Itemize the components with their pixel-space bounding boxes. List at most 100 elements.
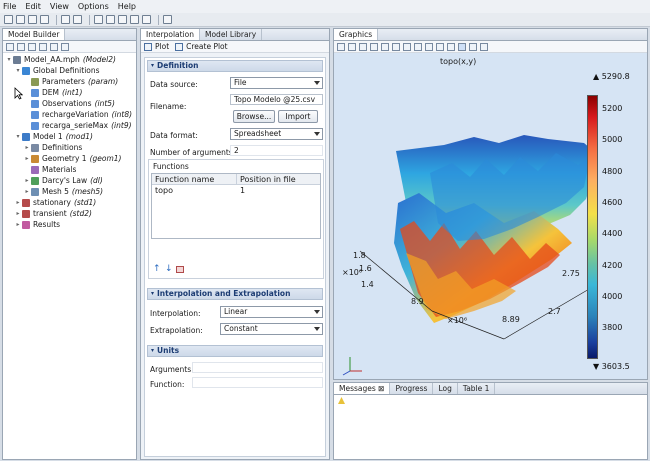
section-interpolation[interactable]: ▾ Interpolation and Extrapolation: [147, 288, 323, 300]
tree-item[interactable]: ▸ Definitions: [3, 142, 136, 153]
save-icon[interactable]: [28, 15, 37, 24]
axis-view-icon[interactable]: [392, 42, 400, 51]
tree-node-icon: [31, 154, 39, 163]
menu-edit[interactable]: Edit: [25, 2, 41, 11]
zoom-in-icon[interactable]: [337, 42, 345, 51]
col-function-name[interactable]: Function name: [152, 174, 237, 184]
extrapolation-select[interactable]: Constant: [220, 323, 323, 335]
tree-item[interactable]: Parameters (param): [3, 76, 136, 87]
new-file-icon[interactable]: [4, 15, 13, 24]
open-file-icon[interactable]: [16, 15, 25, 24]
tree-item[interactable]: ▾ Model_AA.mph (Model2): [3, 54, 136, 65]
filename-field[interactable]: Topo Modelo @25.csv: [230, 94, 323, 105]
browse-button[interactable]: Browse...: [233, 110, 275, 123]
expand-arrow-icon[interactable]: ▸: [23, 142, 31, 153]
graphics-canvas[interactable]: topo(x,y) 1.8 1.6 ×10⁶ 1.4 8.9 ×10⁶ 8.89…: [334, 53, 647, 379]
tab-log[interactable]: Log: [433, 383, 458, 394]
menu-file[interactable]: File: [3, 2, 16, 11]
table-row[interactable]: topo 1: [152, 185, 320, 196]
tab-table-1[interactable]: Table 1: [458, 383, 496, 394]
back-icon[interactable]: [6, 42, 14, 51]
tree-item[interactable]: Materials: [3, 164, 136, 175]
zoom-extents-icon[interactable]: [370, 42, 378, 51]
tab-model-builder[interactable]: Model Builder: [3, 29, 66, 40]
surface-plot[interactable]: [334, 53, 647, 379]
expand-arrow-icon[interactable]: ▸: [14, 208, 22, 219]
plot-button[interactable]: Plot: [155, 42, 169, 51]
cell-function-name[interactable]: topo: [152, 185, 237, 196]
tree-item[interactable]: ▸ transient (std2): [3, 208, 136, 219]
zoom-out-icon[interactable]: [348, 42, 356, 51]
expand-arrow-icon[interactable]: ▸: [23, 153, 31, 164]
num-args-field[interactable]: 2: [230, 145, 323, 156]
tree-item-tag: (dl): [90, 176, 103, 185]
data-format-value: Spreadsheet: [234, 129, 282, 138]
grid-icon[interactable]: [436, 42, 444, 51]
expand-arrow-icon[interactable]: ▸: [14, 219, 22, 230]
import-button[interactable]: Import: [278, 110, 318, 123]
expand-arrow-icon[interactable]: ▸: [23, 186, 31, 197]
yz-view-icon[interactable]: [414, 42, 422, 51]
forward-icon[interactable]: [17, 42, 25, 51]
expand-arrow-icon[interactable]: ▾: [14, 131, 22, 142]
tree-item[interactable]: ▸ Darcy's Law (dl): [3, 175, 136, 186]
col-position-in-file[interactable]: Position in file: [237, 174, 296, 184]
delete-row-icon[interactable]: [176, 266, 184, 273]
zx-view-icon[interactable]: [425, 42, 433, 51]
arguments-field[interactable]: [192, 362, 323, 373]
tree-item[interactable]: ▸ stationary (std1): [3, 197, 136, 208]
undo-icon[interactable]: [61, 15, 70, 24]
collapse-icon[interactable]: [39, 42, 47, 51]
messages-warning-icon[interactable]: [338, 397, 345, 404]
delete-icon[interactable]: [118, 15, 127, 24]
expand-icon[interactable]: [28, 42, 36, 51]
function-unit-field[interactable]: [192, 377, 323, 388]
camera-icon[interactable]: [480, 42, 488, 51]
menu-options[interactable]: Options: [78, 2, 109, 11]
settings-icon[interactable]: [130, 15, 139, 24]
tree-item[interactable]: ▸ Mesh 5 (mesh5): [3, 186, 136, 197]
section-definition[interactable]: ▾ Definition: [147, 60, 323, 72]
move-down-icon[interactable]: ↓: [165, 264, 173, 274]
expand-arrow-icon[interactable]: ▸: [14, 197, 22, 208]
data-source-select[interactable]: File: [230, 77, 323, 89]
tree-item[interactable]: ▾ Global Definitions: [3, 65, 136, 76]
select-icon[interactable]: [458, 42, 466, 51]
interpolation-select[interactable]: Linear: [220, 306, 323, 318]
section-units[interactable]: ▾ Units: [147, 345, 323, 357]
show-icon[interactable]: [50, 42, 58, 51]
tab-messages[interactable]: Messages ⊠: [334, 383, 391, 394]
tree-item[interactable]: ▸ Geometry 1 (geom1): [3, 153, 136, 164]
compute-icon[interactable]: [163, 15, 172, 24]
tree-item[interactable]: ▸ Results: [3, 219, 136, 230]
expand-arrow-icon[interactable]: ▸: [23, 175, 31, 186]
expand-arrow-icon[interactable]: ▾: [14, 65, 22, 76]
lights-icon[interactable]: [469, 42, 477, 51]
model-library-icon[interactable]: [142, 15, 151, 24]
paste-icon[interactable]: [106, 15, 115, 24]
expand-arrow-icon[interactable]: ▾: [5, 54, 13, 65]
redo-icon[interactable]: [73, 15, 82, 24]
tree-item[interactable]: ▾ Model 1 (mod1): [3, 131, 136, 142]
dropdown-arrow-icon[interactable]: [175, 15, 181, 24]
tab-progress[interactable]: Progress: [390, 383, 434, 394]
tree-item[interactable]: rechargeVariation (int8): [3, 109, 136, 120]
cell-position[interactable]: 1: [237, 185, 245, 196]
tab-model-builder-label: Model Builder: [8, 30, 60, 39]
transparency-icon[interactable]: [381, 42, 389, 51]
reset-view-icon[interactable]: [447, 42, 455, 51]
menu-view[interactable]: View: [50, 2, 69, 11]
data-format-select[interactable]: Spreadsheet: [230, 128, 323, 140]
move-up-icon[interactable]: ↑: [153, 264, 161, 274]
tab-interpolation[interactable]: Interpolation: [141, 29, 200, 40]
zoom-box-icon[interactable]: [359, 42, 367, 51]
menu-help[interactable]: Help: [118, 2, 136, 11]
tree-item[interactable]: recarga_serieMax (int9): [3, 120, 136, 131]
xy-view-icon[interactable]: [403, 42, 411, 51]
tab-graphics[interactable]: Graphics: [334, 29, 379, 40]
tab-model-library[interactable]: Model Library: [200, 29, 263, 40]
print-icon[interactable]: [40, 15, 49, 24]
filter-icon[interactable]: [61, 42, 69, 51]
create-plot-button[interactable]: Create Plot: [186, 42, 227, 51]
copy-icon[interactable]: [94, 15, 103, 24]
